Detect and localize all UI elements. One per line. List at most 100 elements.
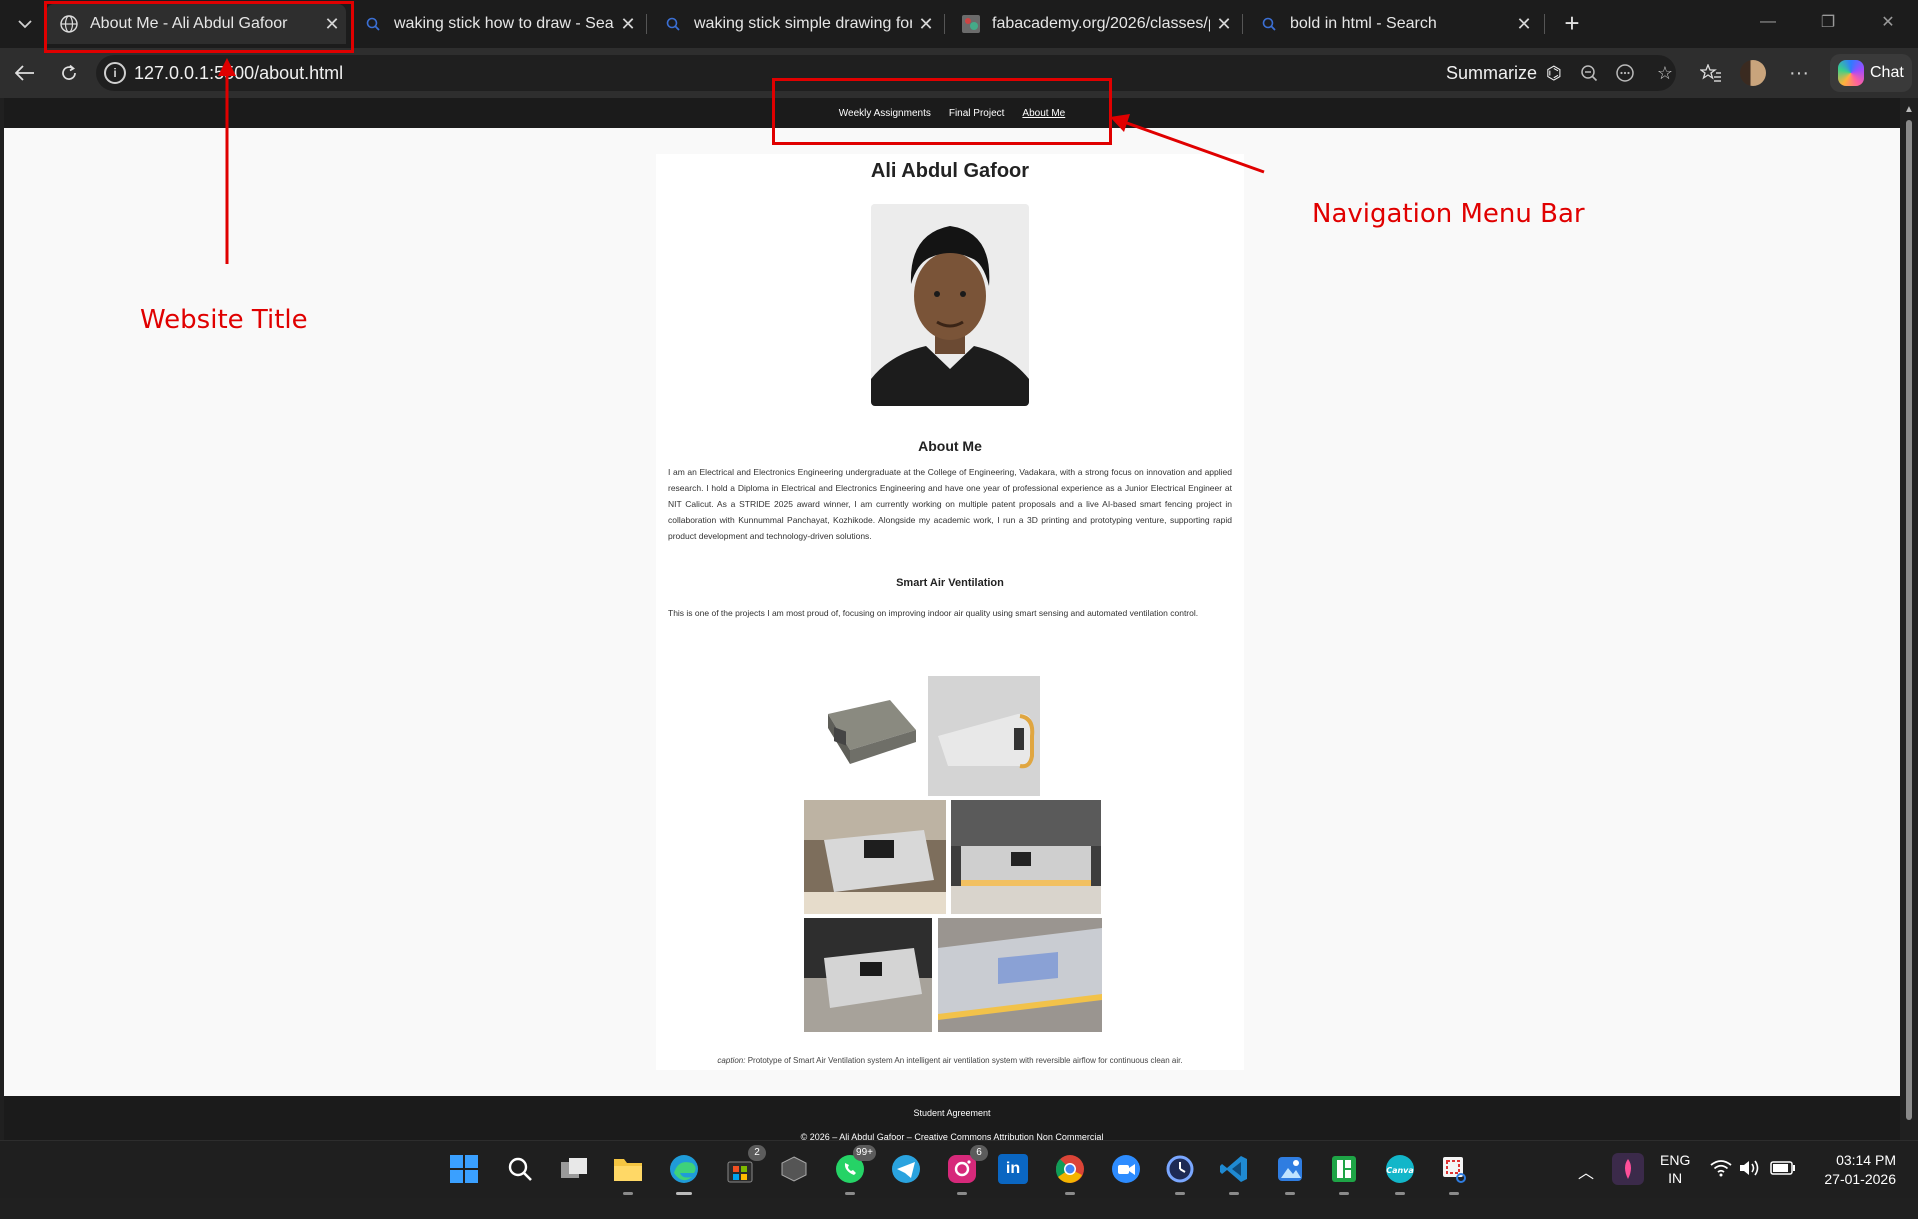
chrome-icon[interactable] bbox=[1052, 1151, 1088, 1195]
caption-text: Prototype of Smart Air Ventilation syste… bbox=[747, 1056, 1183, 1065]
new-tab-plus-icon[interactable]: + bbox=[1556, 8, 1588, 40]
svg-text:Canva: Canva bbox=[1386, 1166, 1414, 1175]
tab-fabacademy[interactable]: fabacademy.org/2026/classes/proj ✕ bbox=[948, 4, 1238, 44]
website-title-arrow bbox=[218, 58, 236, 264]
running-indicator bbox=[1449, 1192, 1459, 1195]
about-content-card: Ali Abdul Gafoor About Me I am an Electr… bbox=[656, 154, 1244, 1070]
clock-app-icon[interactable] bbox=[1162, 1151, 1198, 1195]
windows-taskbar: 2 99+ 6 in Canva ︿ ENG IN 03:14 PM 27-01… bbox=[0, 1140, 1918, 1198]
running-indicator bbox=[1065, 1192, 1075, 1195]
search-icon[interactable] bbox=[502, 1151, 538, 1187]
restore-icon[interactable]: ❐ bbox=[1798, 0, 1858, 44]
photos-icon[interactable] bbox=[1272, 1151, 1308, 1195]
tab-bold-html-search[interactable]: bold in html - Search ✕ bbox=[1246, 4, 1538, 44]
about-heading: About Me bbox=[918, 438, 982, 454]
tab-actions-chevron-down-icon[interactable] bbox=[8, 8, 42, 40]
zoom-out-icon[interactable] bbox=[1574, 57, 1604, 89]
language-code: ENG bbox=[1660, 1152, 1691, 1168]
search-icon bbox=[662, 13, 684, 35]
file-explorer-icon[interactable] bbox=[610, 1151, 646, 1195]
nav-menu-highlight-box bbox=[772, 78, 1112, 145]
tab-walking-stick-search[interactable]: waking stick how to draw - Search ✕ bbox=[350, 4, 642, 44]
tab-separator bbox=[944, 14, 945, 34]
snipping-tool-icon[interactable] bbox=[1436, 1151, 1472, 1195]
site-info-icon[interactable]: i bbox=[104, 62, 126, 84]
prototype-render-image bbox=[820, 680, 918, 776]
tab-separator bbox=[1544, 14, 1545, 34]
summarize-button[interactable]: Summarize ⌬ bbox=[1446, 63, 1562, 84]
more-tools-icon[interactable] bbox=[1610, 57, 1640, 89]
clock-time: 03:14 PM bbox=[1836, 1152, 1896, 1168]
zoom-icon[interactable] bbox=[1108, 1151, 1144, 1187]
close-window-icon[interactable]: ✕ bbox=[1858, 0, 1918, 44]
prototype-photo-3 bbox=[804, 918, 932, 1032]
show-hidden-icons-chevron-up-icon[interactable]: ︿ bbox=[1578, 1159, 1594, 1217]
settings-more-icon[interactable]: ··· bbox=[1784, 57, 1814, 89]
instagram-badge: 6 bbox=[970, 1145, 988, 1161]
edge-browser-icon[interactable] bbox=[666, 1151, 702, 1195]
nav-menu-annotation: Navigation Menu Bar bbox=[1312, 199, 1585, 229]
search-icon bbox=[1258, 13, 1280, 35]
copilot-chat-button[interactable]: Chat bbox=[1830, 54, 1912, 92]
scroll-up-arrow-icon[interactable]: ▲ bbox=[1904, 104, 1914, 115]
vscode-icon[interactable] bbox=[1216, 1151, 1252, 1195]
tab-separator bbox=[646, 14, 647, 34]
store-badge: 2 bbox=[748, 1145, 766, 1161]
running-indicator bbox=[676, 1192, 692, 1195]
close-tab-icon[interactable]: ✕ bbox=[1510, 14, 1538, 35]
wifi-icon[interactable] bbox=[1710, 1159, 1732, 1217]
task-view-icon[interactable] bbox=[556, 1151, 592, 1187]
running-indicator bbox=[1229, 1192, 1239, 1195]
whatsapp-icon[interactable]: 99+ bbox=[832, 1145, 876, 1195]
close-tab-icon[interactable]: ✕ bbox=[1210, 14, 1238, 35]
site-footer: Student Agreement © 2026 – Ali Abdul Gaf… bbox=[4, 1096, 1900, 1140]
close-tab-icon[interactable]: ✕ bbox=[912, 14, 940, 35]
microsoft-store-icon[interactable]: 2 bbox=[722, 1145, 766, 1187]
favorites-list-icon[interactable] bbox=[1696, 57, 1726, 89]
running-indicator bbox=[1175, 1192, 1185, 1195]
system-clock[interactable]: 03:14 PM 27-01-2026 bbox=[1806, 1151, 1896, 1209]
scrollbar-thumb[interactable] bbox=[1906, 120, 1912, 1120]
instagram-icon[interactable]: 6 bbox=[944, 1145, 988, 1195]
canva-icon[interactable]: Canva bbox=[1382, 1151, 1418, 1195]
minimize-icon[interactable]: — bbox=[1738, 0, 1798, 44]
running-indicator bbox=[1285, 1192, 1295, 1195]
website-title-highlight-box bbox=[44, 1, 354, 53]
prototype-wall-unit-image bbox=[928, 676, 1040, 796]
running-indicator bbox=[1395, 1192, 1405, 1195]
page-scrollbar[interactable]: ▲ bbox=[1900, 98, 1918, 1140]
telegram-icon[interactable] bbox=[888, 1151, 924, 1187]
tab-title: waking stick how to draw - Search bbox=[394, 15, 614, 32]
tray-app-icon[interactable] bbox=[1612, 1153, 1644, 1185]
window-controls: — ❐ ✕ bbox=[1738, 0, 1918, 48]
close-tab-icon[interactable]: ✕ bbox=[614, 14, 642, 35]
project-paragraph: This is one of the projects I am most pr… bbox=[668, 608, 1199, 618]
running-indicator bbox=[1339, 1192, 1349, 1195]
volume-icon[interactable] bbox=[1738, 1159, 1760, 1217]
footer-student-agreement-link[interactable]: Student Agreement bbox=[4, 1108, 1900, 1118]
app-cube-icon[interactable] bbox=[776, 1151, 812, 1187]
spreadsheet-app-icon[interactable] bbox=[1326, 1151, 1362, 1195]
profile-photo bbox=[871, 204, 1029, 406]
language-indicator[interactable]: ENG IN bbox=[1660, 1151, 1690, 1209]
battery-icon[interactable] bbox=[1770, 1161, 1796, 1219]
whatsapp-badge: 99+ bbox=[853, 1145, 876, 1161]
nav-menu-arrow bbox=[1110, 114, 1265, 174]
caption-prefix: caption: bbox=[717, 1056, 746, 1065]
refresh-icon[interactable] bbox=[52, 57, 86, 89]
windows-start-icon[interactable] bbox=[446, 1151, 482, 1187]
star-favorite-icon[interactable]: ☆ bbox=[1650, 57, 1680, 89]
back-arrow-icon[interactable] bbox=[8, 57, 42, 89]
copilot-icon bbox=[1838, 60, 1864, 86]
tab-walking-stick-drawing-search[interactable]: waking stick simple drawing for be ✕ bbox=[650, 4, 940, 44]
gallery-caption: caption: Prototype of Smart Air Ventilat… bbox=[656, 1056, 1244, 1065]
summarize-label: Summarize bbox=[1446, 63, 1538, 83]
linkedin-icon[interactable]: in bbox=[998, 1154, 1028, 1184]
website-title-annotation: Website Title bbox=[140, 305, 308, 335]
about-paragraph: I am an Electrical and Electronics Engin… bbox=[668, 467, 1232, 541]
profile-avatar[interactable] bbox=[1740, 60, 1766, 86]
tab-title: bold in html - Search bbox=[1290, 15, 1437, 32]
clock-date: 27-01-2026 bbox=[1824, 1171, 1896, 1187]
summarize-icon: ⌬ bbox=[1546, 63, 1562, 83]
search-icon bbox=[362, 13, 384, 35]
